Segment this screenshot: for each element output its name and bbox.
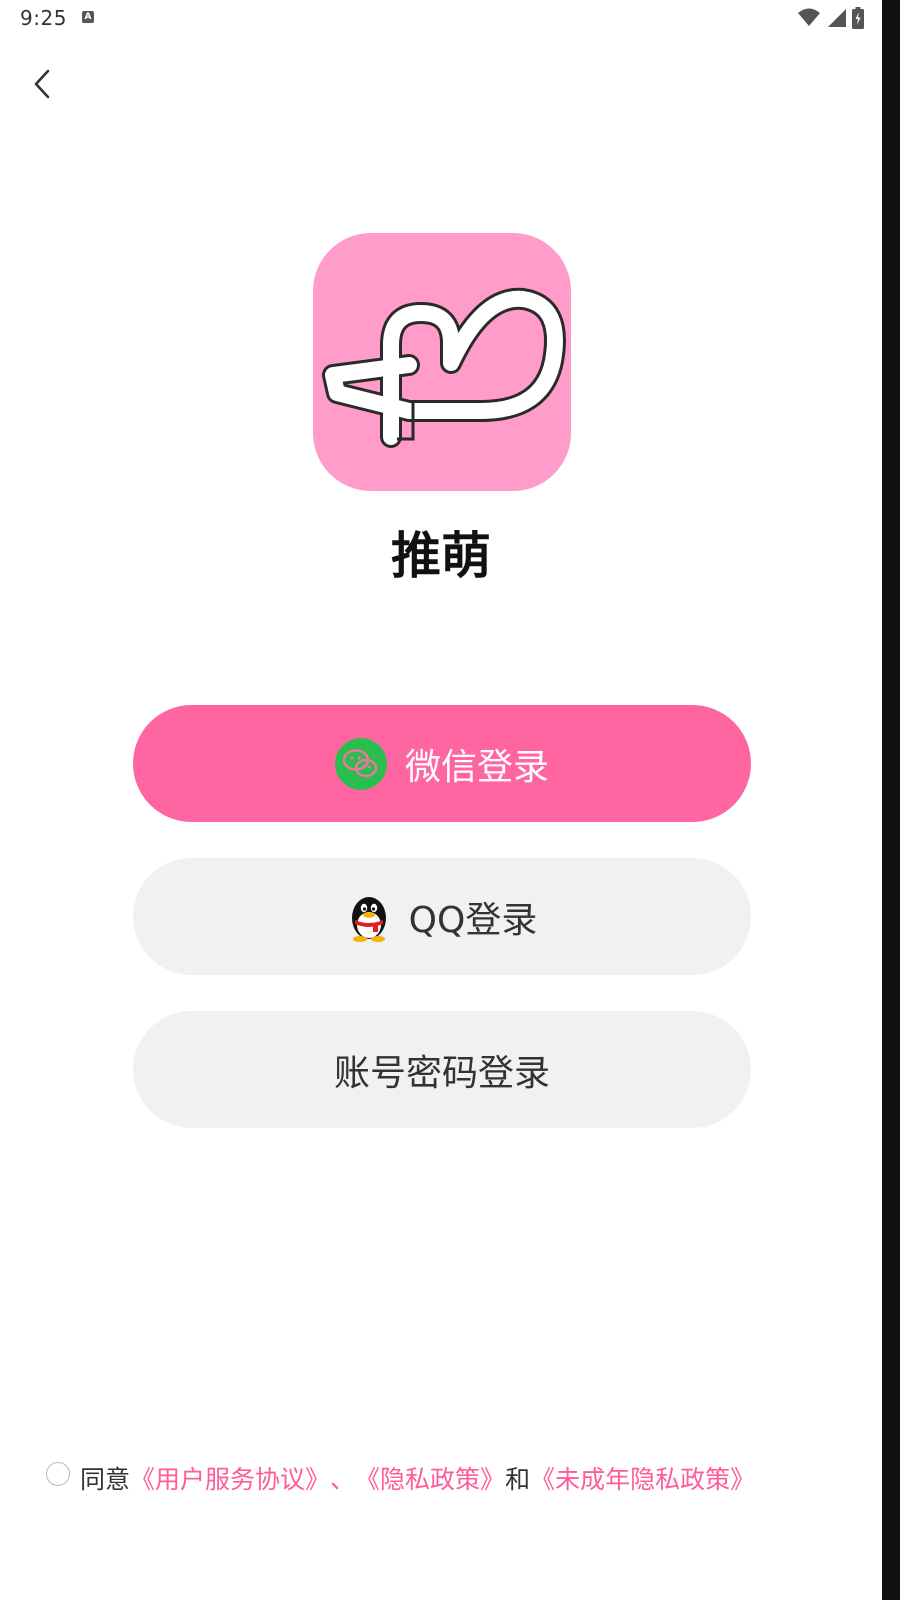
app-name: 推萌: [391, 527, 491, 585]
minor-privacy-policy-link[interactable]: 《未成年隐私政策》: [530, 1460, 755, 1496]
wifi-icon: [798, 8, 820, 32]
signal-icon: [826, 8, 846, 32]
status-bar: 9:25 A: [0, 0, 882, 40]
battery-charging-icon: [852, 7, 864, 33]
status-icons: [798, 7, 864, 33]
chevron-left-icon: [32, 68, 52, 104]
user-service-agreement-link[interactable]: 《用户服务协议》: [130, 1460, 330, 1496]
a-icon: A: [82, 11, 94, 23]
agreement-row: 同意 《用户服务协议》 、 《隐私政策》 和 《未成年隐私政策》: [46, 1458, 755, 1498]
account-login-label: 账号密码登录: [333, 1052, 550, 1094]
account-password-login-button[interactable]: 账号密码登录: [133, 1011, 751, 1128]
qq-login-button[interactable]: QQ登录: [133, 858, 751, 975]
qq-penguin-icon: [347, 892, 391, 942]
status-time: 9:25: [20, 6, 67, 30]
privacy-policy-link[interactable]: 《隐私政策》: [355, 1460, 505, 1496]
app-logo: [313, 233, 571, 491]
agree-radio[interactable]: [46, 1462, 70, 1486]
ribbon-logo-icon: [313, 287, 571, 491]
agreement-separator: 、: [330, 1465, 356, 1494]
screen-edge: [882, 0, 900, 1600]
wechat-login-label: 微信登录: [404, 746, 549, 788]
back-button[interactable]: [22, 66, 62, 106]
wechat-login-button[interactable]: 微信登录: [133, 705, 751, 822]
qq-login-label: QQ登录: [408, 899, 538, 941]
agreement-conjunction: 和: [505, 1465, 531, 1494]
wechat-icon: [334, 737, 387, 790]
agreement-prefix: 同意: [80, 1465, 131, 1494]
